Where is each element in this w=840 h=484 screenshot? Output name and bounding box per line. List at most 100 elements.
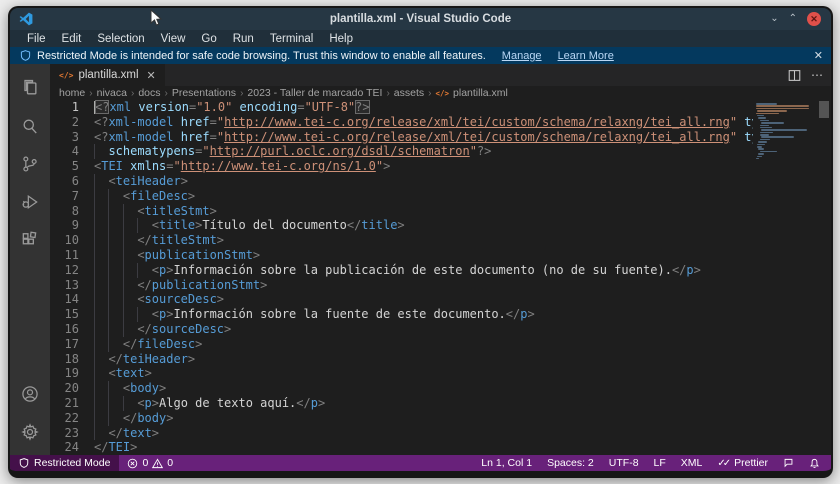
code-line[interactable]: 17</fileDesc> [50,337,753,352]
line-content: <titleStmt> [94,204,217,219]
code-line[interactable]: 7<fileDesc> [50,189,753,204]
indent-guide [108,218,122,233]
learn-more-link[interactable]: Learn More [558,50,614,62]
line-number: 19 [50,366,94,381]
code-line[interactable]: 16</sourceDesc> [50,322,753,337]
minimap-line [757,156,762,158]
code-editor[interactable]: 1<?xml version="1.0" encoding="UTF-8"?>2… [50,100,831,455]
editor-scrollbar[interactable] [817,100,831,455]
breadcrumb-separator: › [89,88,92,99]
restricted-mode-status[interactable]: Restricted Mode [10,455,119,471]
code-line[interactable]: 9<title>Título del documento</title> [50,218,753,233]
indent-guide [123,292,137,307]
indent-guide [108,307,122,322]
warning-count: 0 [167,457,173,469]
window-close-icon[interactable]: ✕ [807,12,821,26]
breadcrumb-item[interactable]: plantilla.xml [453,87,508,99]
menu-item-go[interactable]: Go [194,33,223,45]
code-line[interactable]: 22</body> [50,411,753,426]
restricted-mode-label: Restricted Mode [34,457,110,469]
code-line[interactable]: 20<body> [50,381,753,396]
code-line[interactable]: 10</titleStmt> [50,233,753,248]
line-number: 16 [50,322,94,337]
indent-guide [137,307,151,322]
settings-gear-icon[interactable] [10,413,50,451]
breadcrumb-item[interactable]: 2023 - Taller de marcado TEI [247,87,382,99]
code-line[interactable]: 13</publicationStmt> [50,278,753,293]
code-line[interactable]: 15<p>Información sobre la fuente de este… [50,307,753,322]
indent-guide [123,396,137,411]
encoding-indicator[interactable]: UTF-8 [609,457,639,469]
line-number: 9 [50,218,94,233]
code-line[interactable]: 19<text> [50,366,753,381]
explorer-icon[interactable] [10,69,50,107]
run-debug-icon[interactable] [10,183,50,221]
code-line[interactable]: 4schematypens="http://purl.oclc.org/dsdl… [50,144,753,159]
code-line[interactable]: 11<publicationStmt> [50,248,753,263]
line-content: <?xml-model href="http://www.tei-c.org/r… [94,115,753,130]
code-line[interactable]: 1<?xml version="1.0" encoding="UTF-8"?> [50,100,753,115]
code-line[interactable]: 3<?xml-model href="http://www.tei-c.org/… [50,130,753,145]
breadcrumb-item[interactable]: nivaca [97,87,127,99]
code-line[interactable]: 14<sourceDesc> [50,292,753,307]
menu-item-run[interactable]: Run [226,33,261,45]
scrollbar-thumb[interactable] [819,101,829,118]
prettier-status[interactable]: ✓✓ Prettier [717,457,768,469]
line-number: 12 [50,263,94,278]
indent-indicator[interactable]: Spaces: 2 [547,457,594,469]
code-line[interactable]: 6<teiHeader> [50,174,753,189]
breadcrumb-item[interactable]: docs [138,87,160,99]
menu-item-terminal[interactable]: Terminal [263,33,320,45]
minimap-line [760,132,773,134]
minimap[interactable] [753,100,817,455]
line-number: 7 [50,189,94,204]
xml-file-icon: </> [59,71,73,80]
maximize-icon[interactable]: ⌃ [789,14,797,24]
line-content: </TEI> [94,440,137,455]
menu-item-file[interactable]: File [20,33,53,45]
minimap-line [756,105,809,107]
problems-status[interactable]: 0 0 [127,457,173,469]
feedback-icon[interactable] [783,458,794,469]
line-col-indicator[interactable]: Ln 1, Col 1 [481,457,532,469]
menu-item-help[interactable]: Help [322,33,360,45]
indent-guide [94,426,108,441]
language-mode-indicator[interactable]: XML [681,457,703,469]
line-number: 23 [50,426,94,441]
code-line[interactable]: 2<?xml-model href="http://www.tei-c.org/… [50,115,753,130]
tab-plantilla-xml[interactable]: </> plantilla.xml ✕ [50,64,165,86]
manage-link[interactable]: Manage [502,50,542,62]
breadcrumb-item[interactable]: assets [394,87,424,99]
breadcrumb-item[interactable]: home [59,87,85,99]
code-line[interactable]: 23</text> [50,426,753,441]
line-number: 11 [50,248,94,263]
title-bar[interactable]: plantilla.xml - Visual Studio Code ⌄ ⌃ ✕ [10,8,831,30]
line-content: <fileDesc> [94,189,195,204]
indent-guide [123,322,137,337]
more-actions-icon[interactable]: ⋯ [811,68,823,82]
indent-guide [108,337,122,352]
menu-item-selection[interactable]: Selection [90,33,151,45]
code-line[interactable]: 18</teiHeader> [50,352,753,367]
minimize-icon[interactable]: ⌄ [770,14,778,24]
source-control-icon[interactable] [10,145,50,183]
code-line[interactable]: 5<TEI xmlns="http://www.tei-c.org/ns/1.0… [50,159,753,174]
eol-indicator[interactable]: LF [654,457,666,469]
code-line[interactable]: 21<p>Algo de texto aquí.</p> [50,396,753,411]
menu-item-edit[interactable]: Edit [55,33,89,45]
code-line[interactable]: 8<titleStmt> [50,204,753,219]
tab-close-icon[interactable]: ✕ [147,69,156,82]
code-line[interactable]: 12<p>Información sobre la publicación de… [50,263,753,278]
search-icon[interactable] [10,107,50,145]
code-line[interactable]: 24</TEI> [50,440,753,455]
account-icon[interactable] [10,375,50,413]
line-number: 15 [50,307,94,322]
menu-item-view[interactable]: View [154,33,193,45]
split-editor-icon[interactable] [788,69,801,82]
minimap-line [758,117,766,119]
notifications-bell-icon[interactable] [809,458,820,469]
banner-close-icon[interactable]: ✕ [814,49,823,62]
line-number: 24 [50,440,94,455]
breadcrumb-item[interactable]: Presentations [172,87,236,99]
extensions-icon[interactable] [10,221,50,259]
